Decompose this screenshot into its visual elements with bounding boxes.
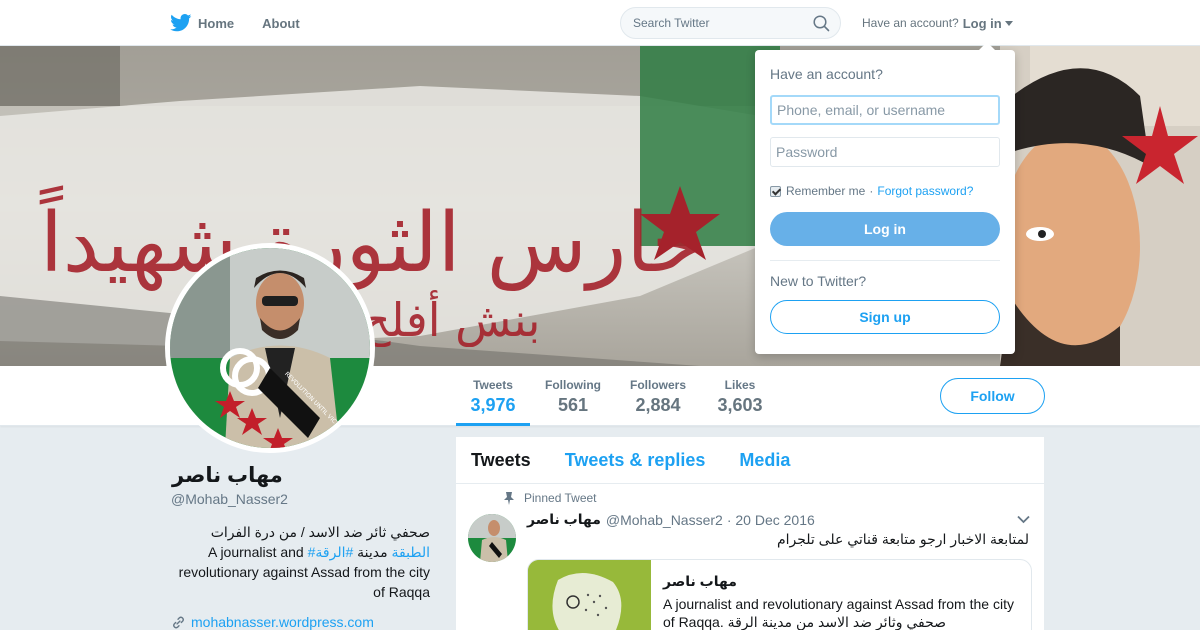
- avatar-image: REVOLUTION UNTIL VICTORY: [170, 248, 370, 448]
- tweet-author-handle[interactable]: @Mohab_Nasser2: [606, 512, 723, 528]
- nav-home-link[interactable]: Home: [170, 14, 234, 32]
- tab-media[interactable]: Media: [739, 450, 790, 471]
- stat-value: 3,603: [717, 395, 763, 415]
- login-dropdown-toggle[interactable]: Log in: [963, 16, 1013, 31]
- caret-down-icon: [1004, 20, 1013, 26]
- tweet-date[interactable]: · 20 Dec 2016: [727, 512, 815, 528]
- search-box: [620, 7, 841, 39]
- card-title: مهاب ناصر: [663, 573, 737, 589]
- tab-tweets[interactable]: Tweets: [471, 450, 531, 471]
- stat-value: 3,976: [470, 395, 516, 415]
- top-navigation-bar: Home About Have an account? Log in: [0, 0, 1200, 46]
- nav-left: Home About: [170, 0, 300, 46]
- separator-dot: ·: [869, 184, 874, 198]
- remember-row: Remember me · Forgot password?: [770, 184, 973, 198]
- card-graphic: [528, 560, 651, 630]
- hashtag-link[interactable]: #الرقة: [315, 544, 353, 560]
- stat-label: Following: [545, 378, 601, 392]
- link-icon: [173, 616, 184, 628]
- bio-english-part1: A journalist and: [207, 544, 304, 560]
- stat-label: Likes: [724, 378, 756, 392]
- card-image: [528, 560, 651, 630]
- timeline: Tweets Tweets & replies Media Pinned Twe…: [456, 437, 1044, 630]
- profile-website-text: mohabnasser.wordpress.com: [191, 614, 374, 630]
- login-dropdown: Have an account? Remember me · Forgot pa…: [755, 42, 1015, 354]
- tweet-header: مهاب ناصر @Mohab_Nasser2 · 20 Dec 2016: [527, 511, 815, 528]
- search-icon[interactable]: [813, 15, 830, 32]
- stat-label: Tweets: [473, 378, 513, 392]
- forgot-password-link[interactable]: Forgot password?: [877, 184, 973, 198]
- stat-value: 561: [557, 395, 589, 415]
- stat-followers[interactable]: Followers 2,884: [627, 366, 689, 426]
- stat-tweets[interactable]: Tweets 3,976: [456, 366, 530, 426]
- profile-handle: @Mohab_Nasser2: [171, 491, 288, 507]
- banner-graffiti-main: حارس الثورة شهيداً: [39, 185, 702, 291]
- new-to-twitter-text: New to Twitter?: [770, 273, 867, 289]
- login-button[interactable]: Log in: [770, 212, 1000, 246]
- profile-name: مهاب ناصر: [172, 464, 283, 487]
- link-card[interactable]: مهاب ناصر A journalist and revolutionary…: [527, 559, 1032, 630]
- profile-bio: صحفي ثائر ضد الاسد / من درة الفرات A jou…: [171, 522, 430, 602]
- signup-button[interactable]: Sign up: [770, 300, 1000, 334]
- profile-avatar[interactable]: REVOLUTION UNTIL VICTORY: [165, 243, 375, 453]
- stat-value: 2,884: [635, 395, 681, 415]
- bio-english-part2: revolutionary against Assad from the cit…: [178, 564, 430, 600]
- pinned-label-text: Pinned Tweet: [524, 491, 597, 505]
- stat-label: Followers: [629, 378, 686, 392]
- tweet-avatar[interactable]: [468, 514, 516, 562]
- card-description: A journalist and revolutionary against A…: [663, 596, 1014, 630]
- stat-following[interactable]: Following 561: [542, 366, 604, 426]
- remember-me-label[interactable]: Remember me: [786, 184, 865, 198]
- pin-icon: [504, 491, 514, 505]
- bio-line-mixed: A journalist and #الطبقة مدينة #الرقة: [171, 542, 430, 562]
- pinned-tweet-label: Pinned Tweet: [504, 491, 597, 505]
- nav-about-link[interactable]: About: [262, 16, 300, 31]
- login-link-label: Log in: [962, 15, 1002, 31]
- bio-text: مدينة: [357, 544, 388, 560]
- tweet-author-name[interactable]: مهاب ناصر: [527, 511, 601, 528]
- divider: [770, 260, 1000, 261]
- search-input[interactable]: [621, 8, 801, 38]
- account-area: Have an account? Log in: [862, 0, 1013, 46]
- password-field[interactable]: [770, 137, 1000, 167]
- profile-website-link[interactable]: mohabnasser.wordpress.com: [171, 614, 374, 630]
- stat-likes[interactable]: Likes 3,603: [712, 366, 768, 426]
- tab-tweets-and-replies[interactable]: Tweets & replies: [565, 450, 706, 471]
- twitter-bird-icon: [170, 14, 192, 32]
- tweet-text: لمتابعة الاخبار ارجو متابعة قناتي على تل…: [776, 531, 1029, 547]
- remember-me-checkbox[interactable]: [770, 185, 781, 197]
- nav-home-label: Home: [198, 15, 235, 31]
- dropdown-title: Have an account?: [770, 66, 883, 82]
- bio-line-arabic: صحفي ثائر ضد الاسد / من درة الفرات: [210, 524, 430, 540]
- chevron-down-icon[interactable]: [1017, 515, 1030, 524]
- have-account-text: Have an account?: [862, 16, 959, 30]
- timeline-tabs: Tweets Tweets & replies Media: [456, 437, 1044, 484]
- follow-button[interactable]: Follow: [940, 378, 1045, 414]
- username-field[interactable]: [770, 95, 1000, 125]
- tweet-avatar-image: [468, 514, 516, 562]
